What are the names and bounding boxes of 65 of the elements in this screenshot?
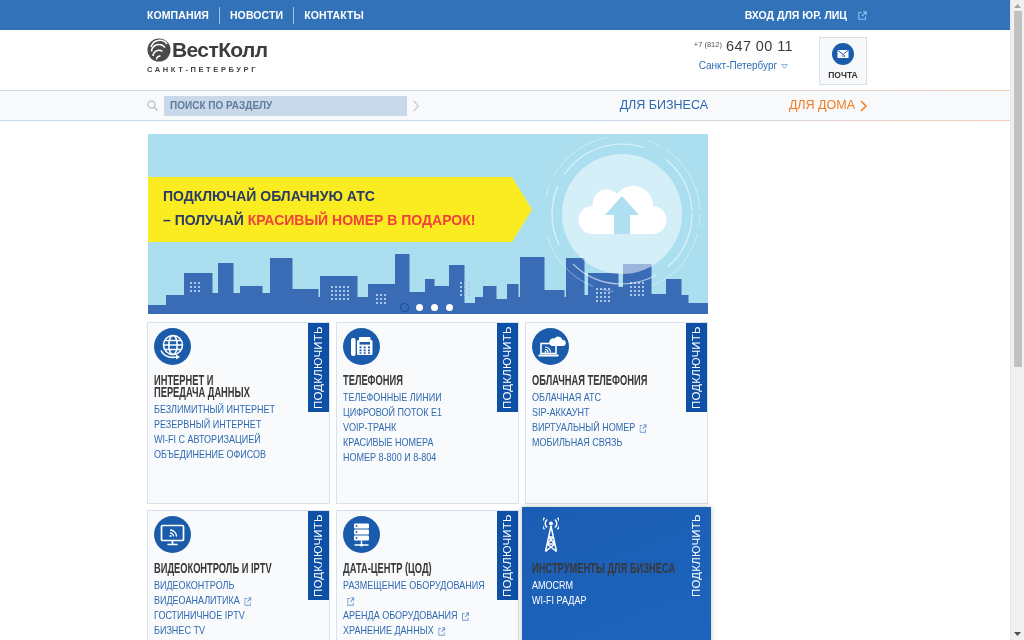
top-menu-link[interactable]: НОВОСТИ — [229, 8, 284, 22]
scroll-up-icon[interactable] — [1014, 4, 1021, 8]
service-link[interactable]: БЕЗЛИМИТНЫЙ ИНТЕРНЕТ — [154, 402, 276, 417]
carousel-dot[interactable] — [416, 304, 423, 311]
service-link[interactable]: WI-FI РАДАР — [532, 593, 587, 608]
cloud-laptop-icon — [532, 328, 569, 365]
service-title: ОБЛАЧНАЯ ТЕЛЕФОНИЯ — [532, 374, 648, 386]
search-field[interactable]: ПОИСК ПО РАЗДЕЛУ — [164, 95, 407, 116]
section-link[interactable]: ДЛЯ БИЗНЕСА — [619, 98, 708, 113]
brand-name: ВестКолл — [172, 38, 268, 62]
service-link[interactable]: РАЗМЕЩЕНИЕ ОБОРУДОВАНИЯ — [343, 578, 494, 608]
globe-icon — [154, 328, 191, 365]
connect-button[interactable]: ПОДКЛЮЧИТЬ — [308, 511, 329, 600]
mail-icon — [832, 43, 854, 65]
service-title: ДАТА-ЦЕНТР (ЦОД) — [343, 562, 432, 574]
desk-phone-icon — [343, 328, 380, 365]
service-link[interactable]: ВИРТУАЛЬНЫЙ НОМЕР — [532, 420, 647, 435]
service-link[interactable]: ОБЪЕДИНЕНИЕ ОФИСОВ — [154, 447, 267, 462]
antenna-tower-icon — [542, 517, 559, 552]
scrollbar[interactable] — [1010, 0, 1024, 640]
phone-number: 647 00 11 — [725, 37, 793, 55]
login-link[interactable]: ВХОД ДЛЯ ЮР. ЛИЦ — [744, 8, 867, 22]
service-link[interactable]: ОБЛАЧНАЯ АТС — [532, 390, 602, 405]
connect-button[interactable]: ПОДКЛЮЧИТЬ — [497, 511, 518, 600]
service-link[interactable]: WI-FI С АВТОРИЗАЦИЕЙ — [154, 432, 261, 447]
service-link[interactable]: SIP-АККАУНТ — [532, 405, 590, 420]
scrollbar-thumb[interactable] — [1013, 11, 1022, 367]
service-title: ИНТЕРНЕТ И ПЕРЕДАЧА ДАННЫХ — [154, 374, 250, 398]
connect-button[interactable]: ПОДКЛЮЧИТЬ — [308, 323, 329, 412]
service-link[interactable]: ВИДЕОАНАЛИТИКА — [154, 593, 252, 608]
city-dropdown[interactable]: Санкт-Петербург — [698, 60, 789, 72]
carousel-dot[interactable] — [431, 304, 438, 311]
connect-button[interactable]: ПОДКЛЮЧИТЬ — [686, 323, 707, 412]
scroll-down-icon[interactable] — [1014, 632, 1021, 636]
service-link[interactable]: VOIP-ТРАНК — [343, 420, 397, 435]
search-icon — [147, 100, 158, 111]
service-link[interactable]: ЦИФРОВОЙ ПОТОК E1 — [343, 405, 442, 420]
carousel-dot[interactable] — [401, 304, 408, 311]
monitor-icon — [154, 516, 191, 553]
mail-button[interactable]: ПОЧТА — [819, 37, 867, 85]
service-link[interactable]: НОМЕР 8-800 И 8-804 — [343, 450, 437, 465]
service-link[interactable]: ВИДЕОКОНТРОЛЬ — [154, 578, 235, 593]
service-title: ВИДЕОКОНТРОЛЬ И IPTV — [154, 562, 272, 574]
service-title: ИНСТРУМЕНТЫ ДЛЯ БИЗНЕСА — [532, 562, 676, 574]
logo-icon — [147, 38, 171, 62]
service-link[interactable]: РЕЗЕРВНЫЙ ИНТЕРНЕТ — [154, 417, 262, 432]
service-link[interactable]: АРЕНДА ОБОРУДОВАНИЯ — [343, 608, 470, 623]
service-link[interactable]: МОБИЛЬНАЯ СВЯЗЬ — [532, 435, 623, 450]
service-link[interactable]: AMOCRM — [532, 578, 574, 593]
banner-headline: ПОДКЛЮЧАЙ ОБЛАЧНУЮ АТС – ПОЛУЧАЙ КРАСИВЫЙ НОМЕР В ПОДАРОК! — [163, 186, 476, 230]
service-link[interactable]: ХРАНЕНИЕ ДАННЫХ — [343, 623, 446, 638]
server-icon — [343, 516, 380, 553]
chevron-right-icon[interactable] — [413, 99, 419, 112]
service-link[interactable]: ГОСТИНИЧНОЕ IPTV — [154, 608, 245, 623]
carousel-dot[interactable] — [446, 304, 453, 311]
connect-button[interactable]: ПОДКЛЮЧИТЬ — [497, 323, 518, 412]
connect-button[interactable]: ПОДКЛЮЧИТЬ — [686, 511, 707, 600]
service-link[interactable]: ТЕЛЕФОННЫЕ ЛИНИИ — [343, 390, 442, 405]
service-link[interactable]: КРАСИВЫЕ НОМЕРА — [343, 435, 434, 450]
service-link[interactable]: БИЗНЕС TV — [154, 623, 205, 638]
service-title: ТЕЛЕФОНИЯ — [343, 374, 403, 386]
caret-down-icon — [781, 63, 789, 69]
chevron-right-icon — [860, 99, 867, 112]
top-menu-link[interactable]: КОМПАНИЯ — [147, 8, 209, 22]
top-menu-link[interactable]: КОНТАКТЫ — [304, 8, 364, 22]
